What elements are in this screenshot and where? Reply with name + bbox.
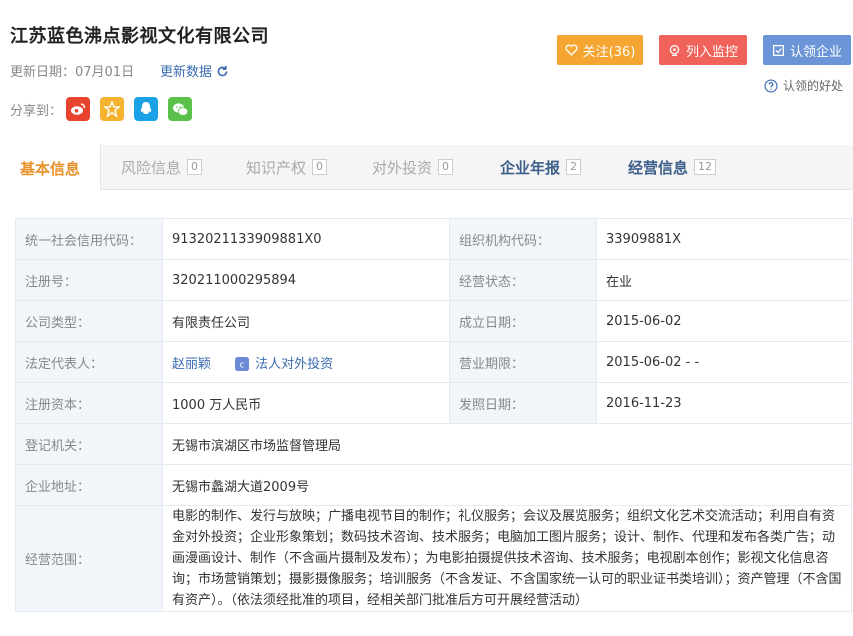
term-label: 营业期限： <box>449 341 597 383</box>
table-row: 企业地址： 无锡市蠡湖大道2009号 <box>15 464 852 506</box>
weibo-icon[interactable] <box>66 97 90 121</box>
tab-count-badge: 0 <box>312 159 328 175</box>
term-value: 2015-06-02 - - <box>596 341 852 383</box>
tab-annual-report[interactable]: 企业年报 2 <box>500 145 582 189</box>
legal-rep-cell: 赵丽颖 c 法人对外投资 <box>162 341 450 383</box>
share-label: 分享到： <box>10 104 63 119</box>
tab-risk-info[interactable]: 风险信息 0 <box>121 145 203 189</box>
capital-label: 注册资本： <box>15 382 163 424</box>
table-row: 经营范围： 电影的制作、发行与放映；广播电视节目的制作；礼仪服务；会议及展览服务… <box>15 505 852 612</box>
update-date: 更新日期：07月01日 <box>10 65 135 80</box>
refresh-icon <box>217 65 228 77</box>
tab-investment[interactable]: 对外投资 0 <box>372 145 454 189</box>
credit-code-label: 统一社会信用代码： <box>15 218 163 260</box>
question-circle-icon <box>764 78 778 93</box>
tab-ip[interactable]: 知识产权 0 <box>246 145 328 189</box>
tab-business-info[interactable]: 经营信息 12 <box>628 145 717 189</box>
refresh-data-link[interactable]: 更新数据 <box>160 61 229 80</box>
table-row: 法定代表人： 赵丽颖 c 法人对外投资 营业期限： 2015-06-02 - - <box>15 341 852 383</box>
monitor-icon <box>669 44 680 56</box>
issue-value: 2016-11-23 <box>596 382 852 424</box>
founded-label: 成立日期： <box>449 300 597 342</box>
refresh-label: 更新数据 <box>160 65 213 80</box>
org-code-value: 33909881X <box>596 218 852 260</box>
follow-button[interactable]: 关注(36) <box>557 35 643 65</box>
company-info-table: 统一社会信用代码： 913202113390988​1X0 组织机构代码： 33… <box>15 218 852 612</box>
issue-label: 发照日期： <box>449 382 597 424</box>
claim-benefit-label: 认领的好处 <box>783 79 844 93</box>
qzone-icon[interactable] <box>100 97 124 121</box>
monitor-button[interactable]: 列入监控 <box>659 35 747 65</box>
claim-button[interactable]: 认领企业 <box>763 35 851 65</box>
investment-badge-icon: c <box>235 356 250 371</box>
type-value: 有限责任公司 <box>162 300 450 342</box>
reg-no-label: 注册号： <box>15 259 163 301</box>
claim-benefit-link[interactable]: 认领的好处 <box>764 77 843 94</box>
heart-icon <box>565 44 578 56</box>
legal-rep-link[interactable]: 赵丽颖 <box>172 357 211 372</box>
founded-value: 2015-06-02 <box>596 300 852 342</box>
capital-value: 1000 万人民币 <box>162 382 450 424</box>
follow-label: 关注(36) <box>582 44 636 60</box>
type-label: 公司类型： <box>15 300 163 342</box>
update-meta: 更新日期：07月01日 更新数据 <box>10 61 228 80</box>
reg-no-value: 320211000295894 <box>162 259 450 301</box>
org-code-label: 组织机构代码： <box>449 218 597 260</box>
scope-value: 电影的制作、发行与放映；广播电视节目的制作；礼仪服务；会议及展览服务；组织文化艺… <box>162 505 852 612</box>
tab-count-badge: 0 <box>187 159 203 175</box>
table-row: 统一社会信用代码： 913202113390988​1X0 组织机构代码： 33… <box>15 218 852 260</box>
address-label: 企业地址： <box>15 464 163 506</box>
authority-value: 无锡市滨湖区市场监督管理局 <box>162 423 852 465</box>
qq-icon[interactable] <box>134 97 158 121</box>
legal-invest-link[interactable]: 法人对外投资 <box>255 357 333 372</box>
claim-label: 认领企业 <box>789 44 842 60</box>
wechat-icon[interactable] <box>168 97 192 121</box>
tab-bar: 基本信息 风险信息 0 知识产权 0 对外投资 0 企业年报 2 经营信息 12 <box>0 143 853 191</box>
table-row: 注册号： 320211000295894 经营状态： 在业 <box>15 259 852 301</box>
table-row: 登记机关： 无锡市滨湖区市场监督管理局 <box>15 423 852 465</box>
tab-count-badge: 2 <box>566 159 582 175</box>
claim-icon <box>772 44 785 56</box>
tab-count-badge: 0 <box>438 159 454 175</box>
status-label: 经营状态： <box>449 259 597 301</box>
legal-rep-label: 法定代表人： <box>15 341 163 383</box>
company-name: 江苏蓝色沸点影视文化有限公司 <box>10 26 269 47</box>
table-row: 注册资本： 1000 万人民币 发照日期： 2016-11-23 <box>15 382 852 424</box>
table-row: 公司类型： 有限责任公司 成立日期： 2015-06-02 <box>15 300 852 342</box>
tab-count-badge: 12 <box>694 159 717 175</box>
authority-label: 登记机关： <box>15 423 163 465</box>
credit-code-value: 913202113390988​1X0 <box>162 218 450 260</box>
status-value: 在业 <box>596 259 852 301</box>
tab-basic-info[interactable]: 基本信息 <box>0 143 101 191</box>
address-value: 无锡市蠡湖大道2009号 <box>162 464 852 506</box>
monitor-label: 列入监控 <box>685 44 738 60</box>
scope-label: 经营范围： <box>15 505 163 612</box>
svg-text:c: c <box>240 360 245 370</box>
